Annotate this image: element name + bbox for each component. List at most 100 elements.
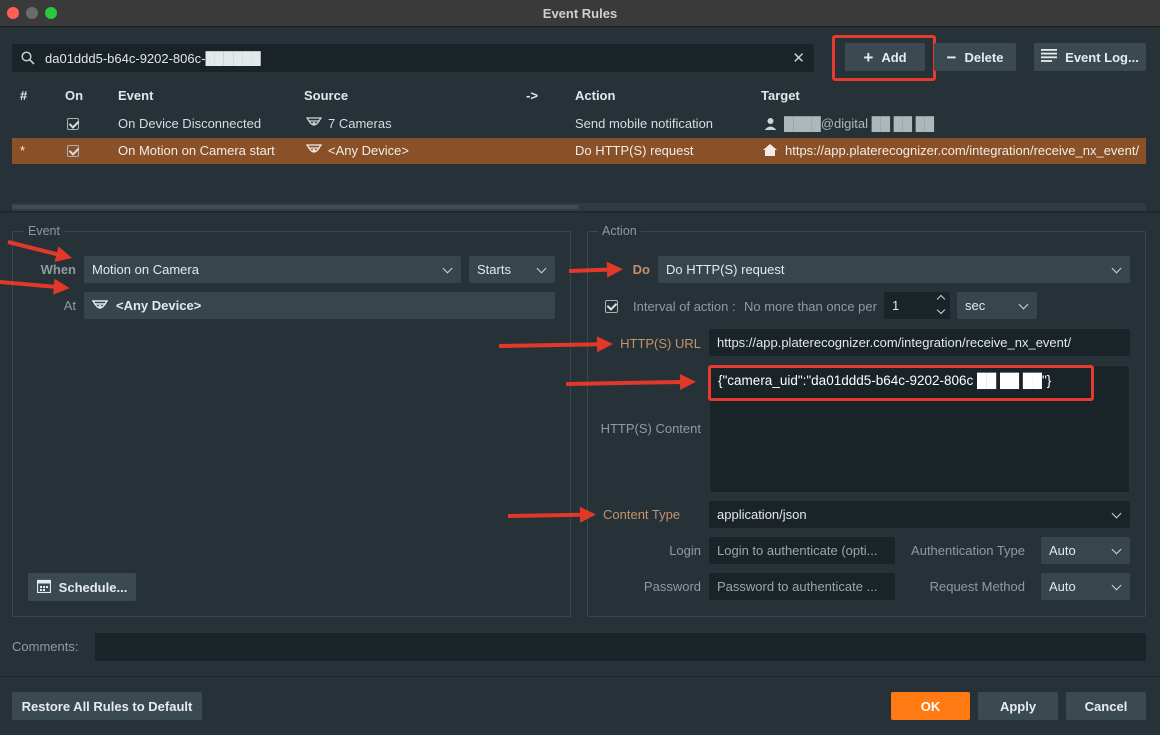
login-input[interactable]: Login to authenticate (opti... bbox=[709, 537, 895, 564]
login-label: Login bbox=[669, 543, 701, 558]
at-label: At bbox=[63, 298, 76, 313]
table-row[interactable]: On Device Disconnected 7 Cameras Send mo… bbox=[12, 111, 1146, 137]
column-header-index[interactable]: # bbox=[20, 88, 27, 103]
event-panel-title: Event bbox=[24, 224, 64, 238]
search-box: ✕ bbox=[12, 44, 814, 72]
chevron-down-icon bbox=[1111, 263, 1122, 274]
column-header-action[interactable]: Action bbox=[575, 88, 615, 103]
interval-text: No more than once per bbox=[744, 299, 877, 314]
column-header-target[interactable]: Target bbox=[761, 88, 800, 103]
comments-label: Comments: bbox=[12, 639, 79, 654]
action-type-value: Do HTTP(S) request bbox=[666, 262, 785, 277]
cancel-button[interactable]: Cancel bbox=[1066, 692, 1146, 720]
http-url-label: HTTP(S) URL bbox=[620, 336, 701, 351]
event-state-value: Starts bbox=[477, 262, 511, 277]
chevron-down-icon bbox=[1111, 580, 1122, 591]
row-action: Send mobile notification bbox=[575, 116, 714, 131]
chevron-down-icon bbox=[1018, 299, 1029, 310]
action-panel-title: Action bbox=[598, 224, 641, 238]
list-icon bbox=[1041, 49, 1058, 65]
event-source-selector[interactable]: <Any Device> bbox=[84, 292, 555, 319]
event-log-button[interactable]: Event Log... bbox=[1034, 43, 1146, 71]
chevron-down-icon bbox=[536, 263, 547, 274]
clear-search-icon[interactable]: ✕ bbox=[792, 49, 805, 67]
event-panel bbox=[12, 231, 571, 617]
calendar-icon bbox=[36, 579, 51, 596]
http-content-label: HTTP(S) Content bbox=[600, 421, 701, 436]
row-target: https://app.platerecognizer.com/integrat… bbox=[785, 143, 1140, 158]
horizontal-scrollbar[interactable] bbox=[12, 203, 1146, 211]
request-method-dropdown[interactable]: Auto bbox=[1041, 573, 1130, 600]
login-placeholder: Login to authenticate (opti... bbox=[717, 543, 878, 558]
event-type-dropdown[interactable]: Motion on Camera bbox=[84, 256, 461, 283]
search-icon bbox=[21, 51, 35, 68]
event-source-value: <Any Device> bbox=[116, 298, 202, 313]
chevron-down-icon bbox=[1111, 508, 1122, 519]
comments-input[interactable] bbox=[95, 633, 1146, 661]
auth-type-label: Authentication Type bbox=[911, 543, 1025, 558]
event-log-button-label: Event Log... bbox=[1065, 49, 1139, 65]
user-icon bbox=[764, 117, 777, 133]
password-placeholder: Password to authenticate ... bbox=[717, 579, 878, 594]
row-action: Do HTTP(S) request bbox=[575, 143, 694, 158]
ok-button[interactable]: OK bbox=[891, 692, 970, 720]
auth-type-dropdown[interactable]: Auto bbox=[1041, 537, 1130, 564]
title-bar: Event Rules bbox=[0, 0, 1160, 27]
interval-value: 1 bbox=[892, 298, 900, 313]
cancel-button-label: Cancel bbox=[1084, 698, 1128, 714]
chevron-down-icon bbox=[442, 263, 453, 274]
request-method-label: Request Method bbox=[929, 579, 1025, 594]
row-source: <Any Device> bbox=[328, 143, 409, 158]
window-title: Event Rules bbox=[542, 6, 618, 21]
interval-stepper[interactable]: 1 bbox=[884, 292, 950, 319]
http-url-input[interactable]: https://app.platerecognizer.com/integrat… bbox=[709, 329, 1130, 356]
content-type-label: Content Type bbox=[603, 507, 681, 522]
annotation-arrow bbox=[498, 342, 600, 348]
http-url-value: https://app.platerecognizer.com/integrat… bbox=[717, 335, 1072, 350]
splitter[interactable] bbox=[0, 211, 1160, 213]
schedule-button-label: Schedule... bbox=[58, 579, 128, 595]
stepper-up-icon[interactable] bbox=[936, 294, 946, 304]
add-button-label: Add bbox=[881, 49, 907, 65]
row-event: On Device Disconnected bbox=[118, 116, 262, 131]
stepper-down-icon[interactable] bbox=[936, 305, 946, 315]
content-type-dropdown[interactable]: application/json bbox=[709, 501, 1130, 528]
column-header-arrow[interactable]: -> bbox=[526, 88, 538, 103]
plus-icon: + bbox=[863, 47, 874, 67]
interval-checkbox[interactable] bbox=[605, 300, 618, 313]
home-icon bbox=[762, 143, 778, 160]
camera-icon bbox=[92, 299, 108, 312]
column-header-on[interactable]: On bbox=[65, 88, 83, 103]
row-source: 7 Cameras bbox=[328, 116, 392, 131]
interval-unit-value: sec bbox=[965, 298, 986, 313]
footer-divider bbox=[0, 676, 1160, 677]
schedule-button[interactable]: Schedule... bbox=[28, 573, 136, 601]
delete-button-label: Delete bbox=[964, 49, 1004, 65]
scrollbar-thumb[interactable] bbox=[12, 205, 578, 209]
column-header-source[interactable]: Source bbox=[304, 88, 348, 103]
table-row[interactable]: * On Motion on Camera start <Any Device>… bbox=[12, 138, 1146, 164]
ok-button-label: OK bbox=[920, 698, 941, 714]
restore-defaults-label: Restore All Rules to Default bbox=[21, 698, 193, 714]
camera-icon bbox=[305, 117, 323, 132]
restore-defaults-button[interactable]: Restore All Rules to Default bbox=[12, 692, 202, 720]
password-label: Password bbox=[643, 579, 701, 594]
interval-unit-dropdown[interactable]: sec bbox=[957, 292, 1037, 319]
content-type-value: application/json bbox=[717, 507, 807, 522]
add-button[interactable]: + Add bbox=[845, 43, 925, 71]
row-event: On Motion on Camera start bbox=[118, 143, 275, 158]
request-method-value: Auto bbox=[1049, 579, 1076, 594]
action-type-dropdown[interactable]: Do HTTP(S) request bbox=[658, 256, 1130, 283]
search-input[interactable] bbox=[45, 45, 785, 71]
event-state-dropdown[interactable]: Starts bbox=[469, 256, 555, 283]
event-type-value: Motion on Camera bbox=[92, 262, 199, 277]
auth-type-value: Auto bbox=[1049, 543, 1076, 558]
delete-button[interactable]: − Delete bbox=[934, 43, 1016, 71]
apply-button[interactable]: Apply bbox=[978, 692, 1058, 720]
rule-enabled-checkbox[interactable] bbox=[67, 145, 79, 157]
password-input[interactable]: Password to authenticate ... bbox=[709, 573, 895, 600]
row-index: * bbox=[20, 143, 26, 158]
interval-label: Interval of action : bbox=[633, 299, 736, 314]
rule-enabled-checkbox[interactable] bbox=[67, 118, 79, 130]
column-header-event[interactable]: Event bbox=[118, 88, 153, 103]
